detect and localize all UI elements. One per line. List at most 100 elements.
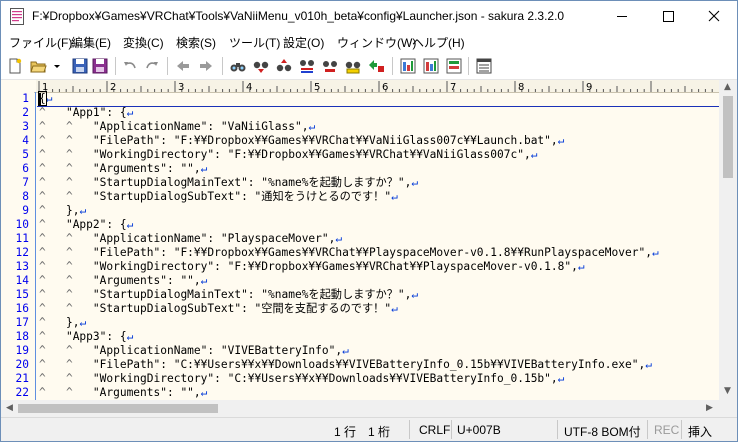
code-line[interactable]: ^ ^ "WorkingDirectory": "F:¥¥Dropbox¥¥Ga… xyxy=(39,148,537,162)
code-line[interactable]: ^ ^ "StartupDialogMainText": "%name%を起動し… xyxy=(39,288,418,302)
open-file-button[interactable] xyxy=(29,57,47,75)
code-text: "Arguments": "", xyxy=(92,162,201,175)
code-line[interactable]: ^ ^ "ApplicationName": "PlayspaceMover",… xyxy=(39,232,342,246)
tab-marks: ^ ^ xyxy=(39,232,93,245)
save-button[interactable] xyxy=(71,57,89,75)
menu-search[interactable]: 検索(S) xyxy=(176,34,216,51)
insert-mode-indicator[interactable]: 挿入 xyxy=(688,423,712,440)
tab-marks: ^ ^ xyxy=(39,372,93,385)
scroll-up-icon[interactable]: ▲ xyxy=(724,83,731,92)
code-line[interactable]: ^ },↵ xyxy=(39,316,86,330)
text-editor[interactable]: 123456789 1 2 3 4 5 6 7 8 9 10 11 12 13 14 15 16 17 18 19 2… xyxy=(1,80,719,400)
scroll-right-icon[interactable]: ▶ xyxy=(706,404,713,413)
code-line[interactable]: ^ ^ "FilePath": "C:¥¥Users¥¥x¥¥Downloads… xyxy=(39,358,652,372)
eol-mark: ↵ xyxy=(335,232,343,245)
search-button[interactable] xyxy=(229,57,247,75)
code-line[interactable]: ^ "App3": {↵ xyxy=(39,330,133,344)
code-line[interactable]: {↵ xyxy=(38,91,53,106)
code-line[interactable]: ^ ^ "StartupDialogMainText": "%name%を起動し… xyxy=(39,176,418,190)
search-next-button[interactable] xyxy=(252,57,270,75)
menu-convert[interactable]: 変換(C) xyxy=(123,34,164,51)
menu-tools[interactable]: ツール(T) xyxy=(229,34,280,51)
code-line[interactable]: ^ "App2": {↵ xyxy=(39,218,133,232)
menu-file[interactable]: ファイル(F) xyxy=(9,34,72,51)
eol-mark: ↵ xyxy=(200,162,208,175)
horizontal-scrollbar[interactable]: ◀ ▶ xyxy=(1,400,719,417)
code-line[interactable]: ^ ^ "StartupDialogSubText": "通知をうけとるのです！… xyxy=(39,190,398,204)
vertical-scrollbar[interactable]: ▲ ▼ xyxy=(719,80,737,400)
eol-mark: ↵ xyxy=(45,92,53,105)
jump-tag-button[interactable] xyxy=(367,57,385,75)
encoding-indicator[interactable]: UTF-8 BOM付 xyxy=(564,423,641,440)
settings-type-button[interactable] xyxy=(422,57,440,75)
redo-button[interactable] xyxy=(143,57,161,75)
cursor-position: 1 行 1 桁 xyxy=(334,425,391,439)
close-icon xyxy=(708,10,720,22)
eol-mark: ↵ xyxy=(557,372,565,385)
eol-mark: ↵ xyxy=(126,218,134,231)
code-text: }, xyxy=(65,316,80,329)
code-line[interactable]: ^ "App1": {↵ xyxy=(39,106,133,120)
tab-marks: ^ ^ xyxy=(39,358,93,371)
code-text: "FilePath": "F:¥¥Dropbox¥¥Games¥¥VRChat¥… xyxy=(92,134,558,147)
code-text: "App1": { xyxy=(65,106,127,119)
horizontal-scroll-thumb[interactable] xyxy=(18,404,218,413)
scroll-left-icon[interactable]: ◀ xyxy=(6,404,13,413)
code-text: }, xyxy=(65,204,80,217)
gutter-divider xyxy=(35,92,36,400)
tab-marks: ^ ^ xyxy=(39,162,93,175)
tab-marks: ^ ^ xyxy=(39,190,93,203)
save-all-button[interactable] xyxy=(91,57,109,75)
status-separator xyxy=(681,420,682,439)
menu-settings[interactable]: 設定(O) xyxy=(283,34,324,51)
code-line[interactable]: ^ ^ "StartupDialogSubText": "空間を支配するのです！… xyxy=(39,302,398,316)
code-line[interactable]: ^ ^ "Arguments": "",↵ xyxy=(39,162,207,176)
line-number: 16 xyxy=(15,302,29,315)
line-number: 21 xyxy=(15,372,29,385)
code-line[interactable]: ^ ^ "ApplicationName": "VIVEBatteryInfo"… xyxy=(39,344,349,358)
new-file-button[interactable] xyxy=(6,57,24,75)
jump-back-button[interactable] xyxy=(174,57,192,75)
ruler-label: 8 xyxy=(518,82,524,92)
window-tile-icon xyxy=(476,58,492,74)
settings-common-button[interactable] xyxy=(399,57,417,75)
window-tile-button[interactable] xyxy=(475,57,493,75)
line-number: 4 xyxy=(22,134,29,147)
line-ending-indicator[interactable]: CRLF xyxy=(419,423,450,437)
close-button[interactable] xyxy=(691,1,737,32)
open-dropdown-button[interactable] xyxy=(48,57,60,75)
scroll-down-icon[interactable]: ▼ xyxy=(724,387,731,396)
code-line[interactable]: ^ ^ "WorkingDirectory": "C:¥¥Users¥¥x¥¥D… xyxy=(39,372,564,386)
undo-button[interactable] xyxy=(121,57,139,75)
menu-edit[interactable]: 編集(E) xyxy=(71,34,111,51)
code-line[interactable]: ^ ^ "WorkingDirectory": "F:¥¥Dropbox¥¥Ga… xyxy=(39,260,585,274)
code-line[interactable]: ^ ^ "Arguments": "",↵ xyxy=(39,386,207,400)
code-line[interactable]: ^ ^ "FilePath": "F:¥¥Dropbox¥¥Games¥¥VRC… xyxy=(39,246,659,260)
line-number: 2 xyxy=(22,106,29,119)
tab-marks: ^ xyxy=(39,204,66,217)
code-text: "ApplicationName": "PlayspaceMover", xyxy=(92,232,336,245)
eol-mark: ↵ xyxy=(411,288,419,301)
search-mark-button[interactable] xyxy=(321,57,339,75)
vertical-scroll-thumb[interactable] xyxy=(723,96,733,178)
maximize-button[interactable] xyxy=(645,1,691,32)
jump-forward-button[interactable] xyxy=(197,57,215,75)
tab-marks: ^ ^ xyxy=(39,134,93,147)
code-area[interactable]: {↵ ^ "App1": {↵ ^ ^ "ApplicationName": "Va… xyxy=(38,91,719,400)
maximize-icon xyxy=(663,11,674,22)
tab-marks: ^ xyxy=(39,330,66,343)
menu-help[interactable]: ヘルプ(H) xyxy=(412,34,465,51)
settings-font-button[interactable] xyxy=(445,57,463,75)
grep-button[interactable] xyxy=(344,57,362,75)
size-grip xyxy=(719,400,737,417)
search-prev-button[interactable] xyxy=(275,57,293,75)
menu-window[interactable]: ウィンドウ(W) xyxy=(337,34,416,51)
minimize-button[interactable] xyxy=(599,1,645,32)
code-line[interactable]: ^ ^ "ApplicationName": "VaNiiGlass",↵ xyxy=(39,120,315,134)
replace-button[interactable] xyxy=(298,57,316,75)
line-number: 15 xyxy=(15,288,29,301)
code-line[interactable]: ^ ^ "FilePath": "F:¥¥Dropbox¥¥Games¥¥VRC… xyxy=(39,134,564,148)
tab-marks: ^ ^ xyxy=(39,344,93,357)
code-line[interactable]: ^ },↵ xyxy=(39,204,86,218)
code-line[interactable]: ^ ^ "Arguments": "",↵ xyxy=(39,274,207,288)
